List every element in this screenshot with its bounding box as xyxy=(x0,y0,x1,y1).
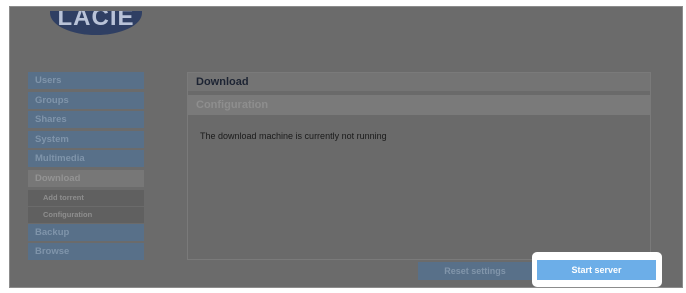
download-panel: Download Configuration The download mach… xyxy=(187,72,651,260)
sidebar-subitem-configuration[interactable]: Configuration xyxy=(28,206,144,223)
lacie-logo: LACIE xyxy=(50,11,142,35)
app-window: LACIE Users Groups Shares System Multime… xyxy=(9,6,683,288)
section-title: Configuration xyxy=(188,95,650,115)
sidebar-nav: Users Groups Shares System Multimedia Do… xyxy=(28,72,144,263)
sidebar-item-users[interactable]: Users xyxy=(28,72,144,89)
sidebar-subitem-add-torrent[interactable]: Add torrent xyxy=(28,189,144,206)
sidebar-item-groups[interactable]: Groups xyxy=(28,91,144,109)
sidebar-item-download[interactable]: Download xyxy=(28,169,144,187)
logo-text: LACIE xyxy=(57,11,135,31)
reset-settings-button[interactable]: Reset settings xyxy=(418,262,532,280)
page-title: Download xyxy=(188,73,650,91)
start-server-button[interactable]: Start server xyxy=(537,260,656,280)
status-message: The download machine is currently not ru… xyxy=(200,131,387,141)
sidebar-item-multimedia[interactable]: Multimedia xyxy=(28,150,144,168)
sidebar-item-system[interactable]: System xyxy=(28,130,144,148)
sidebar-item-browse[interactable]: Browse xyxy=(28,243,144,261)
sidebar-item-shares[interactable]: Shares xyxy=(28,111,144,129)
sidebar-item-backup[interactable]: Backup xyxy=(28,223,144,241)
